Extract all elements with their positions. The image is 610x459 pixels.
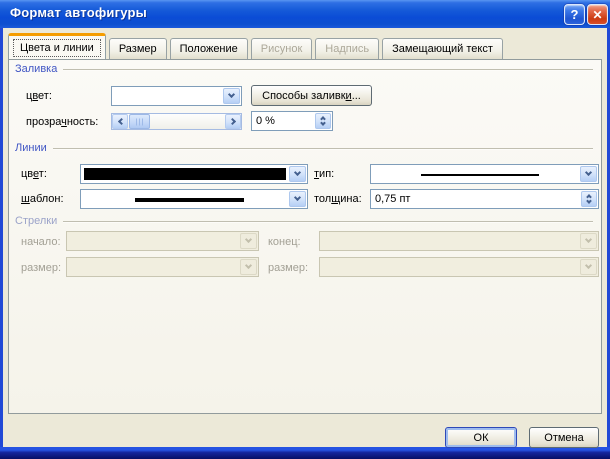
format-autoshape-dialog: Формат автофигуры ? ✕ Цвета и линии Разм… — [0, 0, 610, 459]
tab-picture: Рисунок — [250, 38, 313, 59]
dropdown-arrow-icon[interactable] — [289, 191, 306, 207]
arrow-begin-label: начало: — [21, 236, 61, 248]
dropdown-arrow-icon — [580, 259, 597, 275]
arrow-end-size-combobox — [319, 257, 599, 277]
line-weight-spinner[interactable]: 0,75 пт — [370, 189, 599, 209]
fill-color-combobox[interactable] — [111, 86, 242, 106]
tab-label: Надпись — [325, 43, 370, 55]
selected-line-color-swatch — [84, 168, 286, 180]
window-border-left — [0, 28, 3, 448]
line-color-label: цвет: — [21, 168, 47, 180]
arrow-begin-combobox — [66, 231, 259, 251]
arrows-section-label: Стрелки — [15, 215, 58, 227]
spin-down-icon[interactable] — [586, 198, 592, 206]
close-button[interactable]: ✕ — [587, 4, 608, 25]
tab-layout[interactable]: Положение — [169, 38, 248, 59]
dropdown-arrow-icon[interactable] — [580, 166, 597, 182]
help-icon: ? — [570, 7, 579, 22]
fill-section-header: Заливка — [15, 63, 593, 75]
tab-label: Размер — [118, 43, 157, 55]
transparency-value: 0 % — [256, 115, 275, 127]
tab-textbox: Надпись — [315, 38, 380, 59]
scroll-left-icon[interactable] — [112, 114, 128, 129]
section-rule — [52, 147, 593, 150]
fill-color-label: цвет: — [26, 90, 52, 102]
cancel-button[interactable]: Отмена — [529, 427, 599, 448]
line-type-label: тип: — [314, 168, 335, 180]
dropdown-arrow-icon — [240, 259, 257, 275]
tab-panel: Заливка цвет: Способы заливк и... прозрач… — [8, 59, 602, 414]
arrow-end-label: конец: — [268, 236, 301, 248]
line-dash-label: шаблон: — [21, 193, 64, 205]
spinner-buttons — [315, 113, 331, 129]
arrow-begin-size-label: размер: — [21, 262, 62, 274]
scroll-right-icon[interactable] — [225, 114, 241, 129]
line-section-label: Линии — [15, 142, 47, 154]
section-rule — [63, 68, 593, 71]
transparency-slider[interactable] — [111, 113, 242, 130]
arrow-end-combobox — [319, 231, 599, 251]
help-button[interactable]: ? — [564, 4, 585, 25]
window-border-bottom — [0, 447, 610, 459]
dropdown-arrow-icon — [580, 233, 597, 249]
dropdown-arrow-icon[interactable] — [223, 88, 240, 104]
close-icon: ✕ — [592, 7, 603, 22]
line-dash-combobox[interactable] — [80, 189, 308, 209]
dropdown-arrow-icon — [240, 233, 257, 249]
tab-colors-and-lines[interactable]: Цвета и линии — [8, 33, 106, 59]
dialog-title: Формат автофигуры — [10, 5, 147, 20]
line-weight-label: толщина: — [314, 193, 362, 205]
line-color-combobox[interactable] — [80, 164, 308, 184]
tab-bar: Цвета и линии Размер Положение Рисунок Н… — [8, 33, 503, 59]
dropdown-arrow-icon[interactable] — [289, 166, 306, 182]
arrows-section-header: Стрелки — [15, 215, 593, 227]
spinner-buttons — [581, 191, 597, 207]
line-type-combobox[interactable] — [370, 164, 599, 184]
tab-label: Положение — [179, 43, 238, 55]
slider-thumb[interactable] — [129, 114, 150, 129]
selected-line-type-swatch — [420, 174, 539, 176]
titlebar[interactable]: Формат автофигуры ? ✕ — [0, 0, 610, 28]
line-weight-value: 0,75 пт — [375, 193, 411, 205]
selected-dash-style-swatch — [135, 198, 244, 202]
tab-label: Замещающий текст — [392, 43, 493, 55]
spin-down-icon[interactable] — [320, 120, 326, 128]
fill-effects-button[interactable]: Способы заливк и... — [251, 85, 372, 106]
slider-track[interactable] — [128, 114, 225, 129]
line-section-header: Линии — [15, 142, 593, 154]
arrow-begin-size-combobox — [66, 257, 259, 277]
transparency-label: прозрачность: — [26, 116, 99, 128]
tab-alt-text[interactable]: Замещающий текст — [382, 38, 503, 59]
fill-section-label: Заливка — [15, 63, 58, 75]
arrow-end-size-label: размер: — [268, 262, 309, 274]
section-rule — [63, 220, 593, 223]
tab-label: Цвета и линии — [13, 38, 101, 57]
tab-label: Рисунок — [260, 43, 303, 55]
tab-size[interactable]: Размер — [108, 38, 167, 59]
transparency-spinner[interactable]: 0 % — [251, 111, 333, 131]
ok-button[interactable]: ОК — [445, 427, 517, 448]
